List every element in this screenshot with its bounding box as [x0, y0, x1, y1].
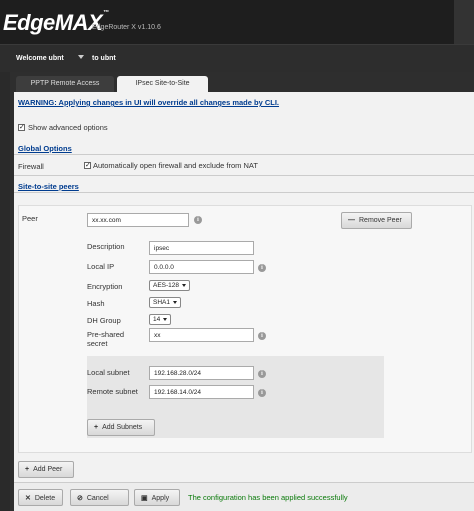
show-advanced-label: Show advanced options	[28, 123, 108, 132]
divider	[14, 154, 474, 155]
save-icon: ▣	[141, 495, 148, 502]
user-bar: Welcome ubnt to ubnt	[0, 44, 474, 72]
tab-pptp-remote-access[interactable]: PPTP Remote Access	[16, 76, 114, 92]
divider	[14, 175, 474, 176]
apply-button[interactable]: ▣ Apply	[134, 489, 180, 506]
remote-subnet-label: Remote subnet	[87, 387, 138, 396]
info-icon[interactable]: i	[258, 264, 266, 272]
cancel-icon: ⊘	[77, 495, 83, 502]
firewall-option-label: Automatically open firewall and exclude …	[93, 161, 258, 170]
chevron-down-icon	[182, 283, 187, 287]
firewall-checkbox[interactable]: ✓	[84, 162, 91, 169]
delete-button[interactable]: ✕ Delete	[18, 489, 63, 506]
global-options-title: Global Options	[18, 144, 72, 153]
local-ip-label: Local IP	[87, 262, 115, 271]
header-right-panel	[454, 0, 474, 44]
local-ip-input[interactable]: 0.0.0.0	[149, 260, 254, 274]
local-subnet-input[interactable]: 192.168.28.0/24	[149, 366, 254, 380]
divider	[14, 192, 474, 193]
psk-input[interactable]: xx	[149, 328, 254, 342]
device-model: EdgeRouter X v1.10.6	[92, 24, 161, 31]
action-bar: ✕ Delete ⊘ Cancel ▣ Apply The configuration…	[14, 482, 474, 511]
peer-card: Peer xx.xx.com i — Remove Peer Descriptio…	[18, 205, 472, 453]
dh-group-select[interactable]: 14	[149, 314, 172, 325]
chevron-down-icon[interactable]	[78, 55, 84, 59]
info-icon[interactable]: i	[258, 370, 266, 378]
info-icon[interactable]: i	[258, 389, 266, 397]
plus-icon: +	[94, 424, 99, 431]
subnet-group: Local subnet 192.168.28.0/24 i Remote su…	[87, 356, 384, 438]
tab-ipsec-site-to-site[interactable]: IPsec Site-to-Site	[117, 76, 208, 92]
welcome-user-menu[interactable]: Welcome ubnt	[16, 55, 64, 62]
show-advanced-checkbox[interactable]: ✓	[18, 124, 25, 131]
edgemax-logo: EdgeMAX™	[3, 10, 109, 35]
add-peer-button[interactable]: + Add Peer	[18, 461, 74, 478]
status-message: The configuration has been applied succe…	[188, 493, 348, 502]
remote-subnet-input[interactable]: 192.168.14.0/24	[149, 385, 254, 399]
psk-label-line2: secret	[87, 339, 108, 348]
firewall-label: Firewall	[18, 162, 44, 171]
hash-select[interactable]: SHA1	[149, 297, 181, 308]
remove-peer-button[interactable]: — Remove Peer	[341, 212, 412, 229]
psk-label: Pre-shared	[87, 330, 125, 339]
add-subnets-button[interactable]: + Add Subnets	[87, 419, 155, 436]
ipsec-panel: WARNING: Applying changes in UI will ove…	[14, 92, 474, 511]
encryption-label: Encryption	[87, 282, 123, 291]
to-user-label: to ubnt	[92, 55, 116, 62]
description-label: Description	[87, 242, 125, 251]
info-icon[interactable]: i	[258, 332, 266, 340]
top-header: EdgeMAX™ EdgeRouter X v1.10.6	[0, 0, 474, 44]
cli-warning: WARNING: Applying changes in UI will ove…	[18, 98, 280, 107]
chevron-down-icon	[163, 317, 168, 321]
description-input[interactable]: ipsec	[149, 241, 254, 255]
close-icon: ✕	[25, 495, 31, 502]
minus-icon: —	[348, 217, 355, 224]
info-icon[interactable]: i	[194, 216, 202, 224]
chevron-down-icon	[172, 300, 177, 304]
dh-group-label: DH Group	[87, 316, 121, 325]
plus-icon: +	[25, 466, 30, 473]
hash-label: Hash	[87, 299, 105, 308]
peer-label: Peer	[22, 214, 38, 223]
peer-input[interactable]: xx.xx.com	[87, 213, 189, 227]
vpn-dialog: PPTP Remote Access IPsec Site-to-Site WA…	[10, 72, 474, 511]
encryption-select[interactable]: AES-128	[149, 280, 191, 291]
cancel-button[interactable]: ⊘ Cancel	[70, 489, 129, 506]
site-to-site-peers-title: Site-to-site peers	[18, 182, 79, 191]
local-subnet-label: Local subnet	[87, 368, 130, 377]
